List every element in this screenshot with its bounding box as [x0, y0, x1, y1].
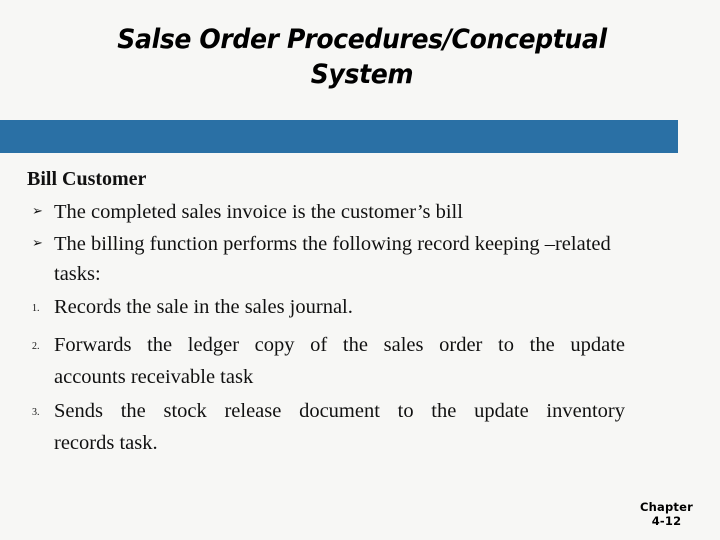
list-item: 3. Sends the stock release document to t…	[27, 395, 625, 459]
list-item-line: records task.	[54, 432, 158, 454]
chevron-bullet-icon: ➢	[32, 204, 43, 219]
chevron-bullet-icon: ➢	[32, 236, 43, 251]
footer-chapter-label: Chapter	[640, 500, 693, 514]
list-item: ➢ The billing function performs the foll…	[27, 229, 625, 289]
list-item-line: Sends the stock release document to the …	[54, 400, 625, 422]
list-marker-3: 3.	[32, 407, 40, 418]
slide-footer: Chapter 4-12	[640, 500, 693, 528]
list-item: 2. Forwards the ledger copy of the sales…	[27, 329, 625, 393]
list-marker-1: 1.	[32, 303, 40, 314]
list-item-text: Records the sale in the sales journal.	[54, 296, 353, 318]
footer-chapter-number: 4-12	[651, 514, 682, 528]
list-item: 1. Records the sale in the sales journal…	[27, 291, 625, 327]
list-marker-2: 2.	[32, 341, 40, 352]
list-item-text: The billing function performs the follow…	[54, 229, 625, 289]
body-heading: Bill Customer	[27, 168, 147, 190]
list-item-text: Sends the stock release document to the …	[54, 395, 625, 459]
list-item-line: Forwards the ledger copy of the sales or…	[54, 334, 625, 356]
slide-body: Bill Customer ➢ The completed sales invo…	[27, 166, 625, 461]
list-item-line: The billing function performs the follow…	[54, 233, 540, 255]
list-item-text: Forwards the ledger copy of the sales or…	[54, 329, 625, 393]
slide-canvas: Salse Order Procedures/Conceptual System…	[0, 0, 720, 540]
title-accent-bar	[0, 120, 678, 153]
title-line-1: Salse Order Procedures/Conceptual	[117, 24, 607, 55]
title-line-2: System	[310, 59, 414, 90]
list-item-text: The completed sales invoice is the custo…	[54, 201, 463, 223]
list-item-line: accounts receivable task	[54, 366, 254, 388]
list-item: ➢ The completed sales invoice is the cus…	[27, 197, 625, 227]
slide-title: Salse Order Procedures/Conceptual System	[40, 22, 684, 92]
